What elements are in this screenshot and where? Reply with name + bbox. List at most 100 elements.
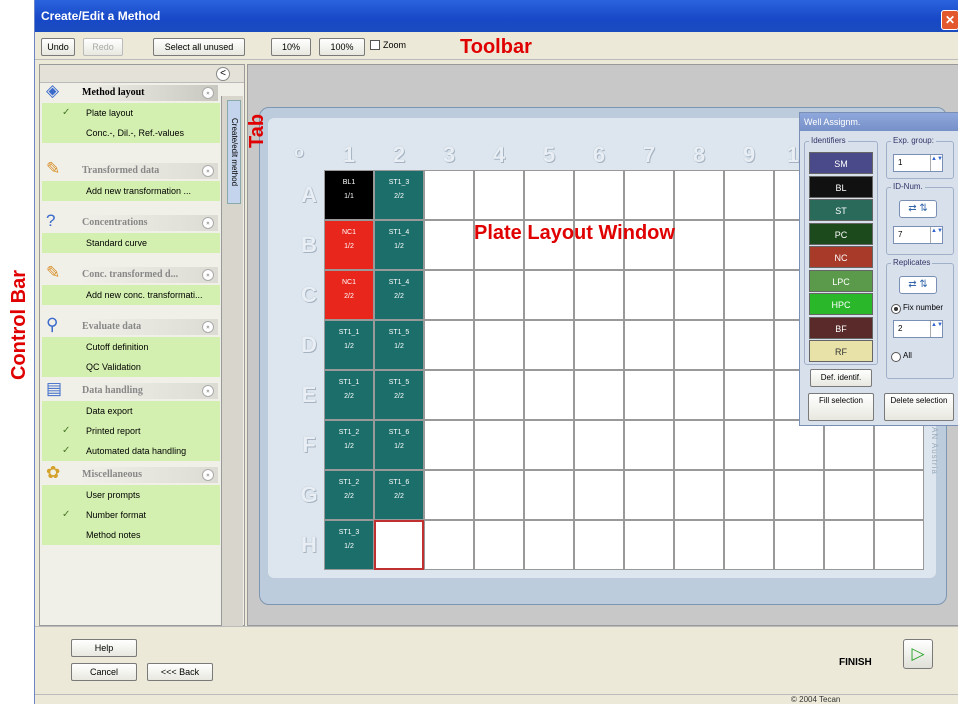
plate-well[interactable] <box>474 170 524 220</box>
plate-well[interactable] <box>474 370 524 420</box>
plate-well[interactable] <box>574 270 624 320</box>
plate-well[interactable]: ST1_6 2/2 <box>374 470 424 520</box>
exp-group-stepper[interactable]: 1 ▲▼ <box>893 154 943 172</box>
plate-well[interactable]: ST1_4 2/2 <box>374 270 424 320</box>
fix-number-radio[interactable] <box>891 304 901 314</box>
tab-create-edit-method[interactable]: Create/edit method <box>227 100 241 204</box>
replicates-direction-toggle[interactable]: ⇄ ⇅ <box>899 276 937 294</box>
id-num-stepper[interactable]: 7 ▲▼ <box>893 226 943 244</box>
plate-well[interactable] <box>624 470 674 520</box>
plate-well[interactable] <box>724 520 774 570</box>
identifier-button[interactable]: ST <box>809 199 873 221</box>
back-button[interactable]: <<< Back <box>147 663 213 681</box>
plate-well[interactable] <box>874 520 924 570</box>
finish-play-icon[interactable]: ▷ <box>903 639 933 669</box>
identifier-button[interactable]: BF <box>809 316 873 339</box>
plate-well[interactable] <box>524 420 574 470</box>
plate-well[interactable] <box>774 420 824 470</box>
plate-well[interactable] <box>724 420 774 470</box>
identifier-button[interactable]: LPC <box>809 269 873 292</box>
plate-well[interactable]: ST1_3 1/2 <box>324 520 374 570</box>
collapse-section-icon[interactable]: « <box>202 469 214 481</box>
define-identifier-button[interactable]: Def. identif. <box>810 369 872 387</box>
control-section-item[interactable]: Conc.-, Dil.-, Ref.-values <box>42 123 220 143</box>
zoom-checkbox[interactable] <box>370 40 380 50</box>
close-icon[interactable]: ✕ <box>941 10 958 30</box>
control-section-item[interactable]: ✓ Automated data handling <box>42 441 220 461</box>
plate-well[interactable] <box>574 420 624 470</box>
plate-well[interactable] <box>674 520 724 570</box>
plate-well[interactable] <box>724 470 774 520</box>
plate-well[interactable] <box>524 270 574 320</box>
control-section-item[interactable]: Data export <box>42 401 220 421</box>
plate-well[interactable] <box>474 320 524 370</box>
collapse-section-icon[interactable]: « <box>202 87 214 99</box>
plate-well[interactable] <box>824 420 874 470</box>
plate-well[interactable] <box>774 470 824 520</box>
plate-well[interactable] <box>424 420 474 470</box>
plate-well[interactable] <box>474 520 524 570</box>
plate-well[interactable] <box>574 520 624 570</box>
plate-well[interactable] <box>524 470 574 520</box>
plate-well[interactable] <box>624 420 674 470</box>
plate-well[interactable] <box>674 370 724 420</box>
spin-arrows-icon[interactable]: ▲▼ <box>930 155 943 171</box>
control-section-item[interactable]: ✓ Number format <box>42 505 220 525</box>
control-section-item[interactable]: ✓ Printed report <box>42 421 220 441</box>
plate-well[interactable]: ST1_2 2/2 <box>324 470 374 520</box>
plate-well[interactable] <box>424 470 474 520</box>
plate-well[interactable] <box>424 170 474 220</box>
control-section-header[interactable]: ▤ Data handling « <box>42 379 220 401</box>
help-button[interactable]: Help <box>71 639 137 657</box>
plate-well[interactable]: ST1_6 1/2 <box>374 420 424 470</box>
plate-well[interactable] <box>474 420 524 470</box>
plate-well[interactable]: ST1_4 1/2 <box>374 220 424 270</box>
plate-well[interactable]: ST1_3 2/2 <box>374 170 424 220</box>
cancel-button[interactable]: Cancel <box>71 663 137 681</box>
plate-well[interactable] <box>874 470 924 520</box>
collapse-section-icon[interactable]: « <box>202 385 214 397</box>
control-section-item[interactable]: User prompts <box>42 485 220 505</box>
plate-well[interactable] <box>424 520 474 570</box>
plate-well[interactable] <box>424 220 474 270</box>
plate-well[interactable] <box>574 470 624 520</box>
plate-well[interactable]: ST1_1 1/2 <box>324 320 374 370</box>
control-section-header[interactable]: ⚲ Evaluate data « <box>42 315 220 337</box>
control-section-item[interactable]: Standard curve <box>42 233 220 253</box>
plate-well[interactable]: NC1 2/2 <box>324 270 374 320</box>
collapse-section-icon[interactable]: « <box>202 321 214 333</box>
plate-well[interactable] <box>574 320 624 370</box>
plate-well[interactable] <box>724 220 774 270</box>
control-section-item[interactable]: Cutoff definition <box>42 337 220 357</box>
plate-well[interactable] <box>424 320 474 370</box>
plate-well[interactable] <box>674 420 724 470</box>
control-section-header[interactable]: ✎ Transformed data « <box>42 159 220 181</box>
plate-well[interactable] <box>674 470 724 520</box>
plate-well[interactable]: ST1_1 2/2 <box>324 370 374 420</box>
plate-well[interactable] <box>624 520 674 570</box>
plate-well[interactable]: BL1 1/1 <box>324 170 374 220</box>
plate-well[interactable] <box>624 270 674 320</box>
plate-well[interactable] <box>824 520 874 570</box>
zoom-100-button[interactable]: 100% <box>319 38 365 56</box>
fill-selection-button[interactable]: Fill selection <box>808 393 874 421</box>
plate-well[interactable] <box>674 320 724 370</box>
plate-well[interactable] <box>524 370 574 420</box>
plate-well[interactable] <box>624 170 674 220</box>
plate-well[interactable] <box>524 170 574 220</box>
plate-well[interactable] <box>424 370 474 420</box>
identifier-button[interactable]: RF <box>809 340 873 362</box>
identifier-button[interactable]: NC <box>809 246 873 268</box>
control-section-item[interactable]: Add new conc. transformati... <box>42 285 220 305</box>
plate-well[interactable]: NC1 1/2 <box>324 220 374 270</box>
undo-button[interactable]: Undo <box>41 38 75 56</box>
plate-well[interactable] <box>724 370 774 420</box>
collapse-section-icon[interactable]: « <box>202 217 214 229</box>
all-radio[interactable] <box>891 352 901 362</box>
plate-well[interactable] <box>674 270 724 320</box>
identifier-button[interactable]: PC <box>809 222 873 245</box>
plate-well[interactable] <box>674 170 724 220</box>
control-section-header[interactable]: ✎ Conc. transformed d... « <box>42 263 220 285</box>
plate-well[interactable] <box>774 520 824 570</box>
control-section-item[interactable]: ✓ Plate layout <box>42 103 220 123</box>
